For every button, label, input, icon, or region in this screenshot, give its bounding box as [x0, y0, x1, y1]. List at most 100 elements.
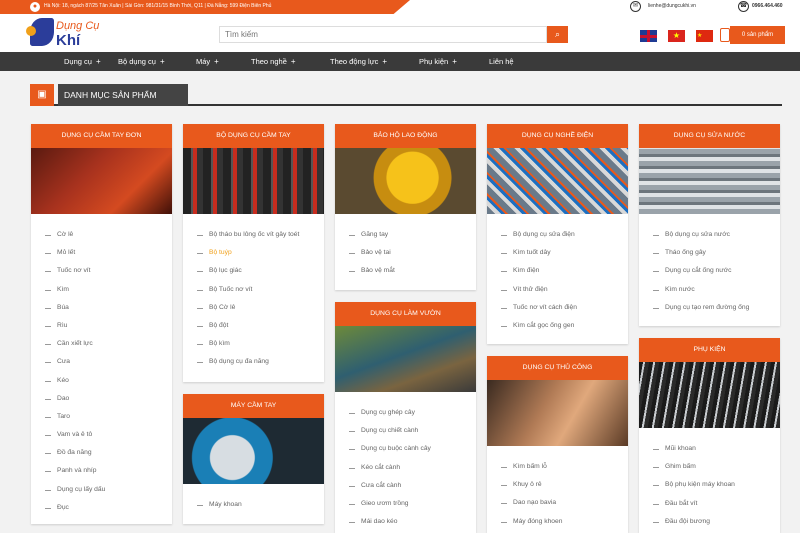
- category-link[interactable]: Dao nạo bavia: [501, 494, 628, 512]
- category-link[interactable]: Kìm điện: [501, 262, 628, 280]
- category-link[interactable]: Đục: [45, 499, 172, 517]
- category-link[interactable]: Mũi khoan: [653, 440, 780, 458]
- category-link[interactable]: Bộ dụng cụ đa năng: [197, 353, 324, 371]
- category-link[interactable]: Mỏ lết: [45, 244, 172, 262]
- category-link[interactable]: Cờ lê: [45, 226, 172, 244]
- category-link-list: Găng tay Bảo vệ tai Bảo vệ mắt: [335, 214, 476, 281]
- category-title[interactable]: DỤNG CỤ SỬA NƯỚC: [639, 124, 780, 148]
- search-icon: ⌕: [554, 29, 561, 39]
- category-link[interactable]: Máy đóng khoen: [501, 513, 628, 531]
- cart-icon[interactable]: [720, 28, 730, 42]
- category-link[interactable]: Cưa: [45, 353, 172, 371]
- category-link[interactable]: Bộ phụ kiện máy khoan: [653, 476, 780, 494]
- category-title[interactable]: DỤNG CỤ NGHỀ ĐIỆN: [487, 124, 628, 148]
- category-link[interactable]: Cưa cắt cành: [349, 477, 476, 495]
- category-link[interactable]: Tháo ống gây: [653, 244, 780, 262]
- category-link[interactable]: Bộ tháo bu lông ốc vít gây toét: [197, 226, 324, 244]
- category-title[interactable]: DỤNG CỤ THỦ CÔNG: [487, 356, 628, 380]
- category-link[interactable]: Dao: [45, 390, 172, 408]
- category-link-list: Mũi khoan Ghim bấm Bộ phụ kiện máy khoan Đầ…: [639, 428, 780, 531]
- nav-item-5[interactable]: Phụ kiện +: [419, 52, 457, 71]
- category-link[interactable]: Vít thử điện: [501, 281, 628, 299]
- nav-item-6[interactable]: Liên hệ: [489, 52, 514, 71]
- hotline-phone[interactable]: 0966.464.460: [752, 3, 783, 9]
- category-link[interactable]: Bộ dụng cụ sửa điện: [501, 226, 628, 244]
- nav-item-0[interactable]: Dụng cụ +: [64, 52, 101, 71]
- category-link[interactable]: Bộ lục giác: [197, 262, 324, 280]
- category-link[interactable]: Kìm: [45, 281, 172, 299]
- category-link[interactable]: Bảo vệ mắt: [349, 262, 476, 280]
- search-button[interactable]: ⌕: [547, 26, 568, 43]
- category-link[interactable]: Tuốc nơ vít: [45, 262, 172, 280]
- category-link[interactable]: Kìm cắt gọc ống gen: [501, 317, 628, 335]
- category-link[interactable]: Rìu: [45, 317, 172, 335]
- category-link[interactable]: Kìm tuốt dây: [501, 244, 628, 262]
- category-link[interactable]: Taro: [45, 408, 172, 426]
- nav-item-1[interactable]: Bộ dụng cụ +: [118, 52, 165, 71]
- category-link[interactable]: Bộ tuýp: [197, 244, 324, 262]
- category-link[interactable]: Bộ dụng cụ sửa nước: [653, 226, 780, 244]
- category-link[interactable]: Dụng cụ ghép cây: [349, 404, 476, 422]
- category-image[interactable]: [183, 148, 324, 214]
- category-link[interactable]: Bộ Cờ lê: [197, 299, 324, 317]
- category-link[interactable]: Kìm nước: [653, 281, 780, 299]
- category-link[interactable]: Bảo vệ tai: [349, 244, 476, 262]
- category-link[interactable]: Găng tay: [349, 226, 476, 244]
- category-link[interactable]: Kìm bấm lỗ: [501, 458, 628, 476]
- category-link[interactable]: Bộ đột: [197, 317, 324, 335]
- category-card-0: DỤNG CỤ CẦM TAY ĐƠN Cờ lê Mỏ lết Tuốc nơ ví…: [31, 124, 172, 524]
- category-link[interactable]: Mái dao kéo: [349, 513, 476, 531]
- nav-item-label: Bộ dụng cụ: [118, 57, 156, 66]
- category-link[interactable]: Dụng cụ chiết cành: [349, 422, 476, 440]
- category-link[interactable]: Tuốc nơ vít cách điện: [501, 299, 628, 317]
- category-title[interactable]: DỤNG CỤ LÀM VƯỜN: [335, 302, 476, 326]
- category-link[interactable]: Bộ Tuốc nơ vít: [197, 281, 324, 299]
- category-title[interactable]: PHỤ KIỆN: [639, 338, 780, 362]
- category-card-1: BỘ DỤNG CỤ CẦM TAY Bộ tháo bu lông ốc vít…: [183, 124, 324, 382]
- category-link[interactable]: Đầu bắt vít: [653, 495, 780, 513]
- cart-button[interactable]: 0 sản phẩm: [730, 26, 785, 44]
- category-link-list: Bộ dụng cụ sửa điện Kìm tuốt dây Kìm điện V…: [487, 214, 628, 335]
- language-chinese-flag[interactable]: ★: [696, 30, 713, 42]
- category-image[interactable]: [487, 148, 628, 214]
- nav-item-label: Theo động lực: [330, 57, 379, 66]
- expand-plus-icon: +: [159, 57, 165, 66]
- category-link[interactable]: Dụng cụ lấy dấu: [45, 481, 172, 499]
- category-link[interactable]: Gieo ươm trồng: [349, 495, 476, 513]
- category-title[interactable]: DỤNG CỤ CẦM TAY ĐƠN: [31, 124, 172, 148]
- category-image[interactable]: [335, 326, 476, 392]
- category-image[interactable]: [31, 148, 172, 214]
- expand-plus-icon: +: [95, 57, 101, 66]
- language-english-flag[interactable]: [640, 30, 657, 42]
- category-link[interactable]: Ghim bấm: [653, 458, 780, 476]
- language-vietnamese-flag[interactable]: ★: [668, 30, 685, 42]
- nav-item-2[interactable]: Máy +: [196, 52, 219, 71]
- category-image[interactable]: [183, 418, 324, 484]
- category-title[interactable]: MÁY CẦM TAY: [183, 394, 324, 418]
- category-image[interactable]: [639, 148, 780, 214]
- category-link[interactable]: Đầu đội bương: [653, 513, 780, 531]
- category-image[interactable]: [639, 362, 780, 428]
- category-link[interactable]: Dụng cụ buộc cành cây: [349, 440, 476, 458]
- category-link[interactable]: Vam và ê tô: [45, 426, 172, 444]
- category-image[interactable]: [487, 380, 628, 446]
- category-link[interactable]: Bộ kìm: [197, 335, 324, 353]
- category-link[interactable]: Panh và nhíp: [45, 462, 172, 480]
- category-link[interactable]: Kéo: [45, 372, 172, 390]
- category-image[interactable]: [335, 148, 476, 214]
- search-input[interactable]: [219, 26, 547, 43]
- category-link[interactable]: Kéo cắt cành: [349, 459, 476, 477]
- category-title[interactable]: BỘ DỤNG CỤ CẦM TAY: [183, 124, 324, 148]
- category-link[interactable]: Búa: [45, 299, 172, 317]
- nav-item-4[interactable]: Theo động lực +: [330, 52, 387, 71]
- category-link[interactable]: Cần xiết lực: [45, 335, 172, 353]
- category-title[interactable]: BẢO HỘ LAO ĐỘNG: [335, 124, 476, 148]
- category-link[interactable]: Khuy ô rê: [501, 476, 628, 494]
- category-link[interactable]: Dụng cụ tạo rem đường ống: [653, 299, 780, 317]
- contact-email[interactable]: lienhe@dungcukhi.vn: [648, 3, 696, 9]
- category-link[interactable]: Dụng cụ cắt ống nước: [653, 262, 780, 280]
- site-logo[interactable]: Dụng Cụ Khí: [26, 18, 126, 49]
- nav-item-3[interactable]: Theo nghề +: [251, 52, 296, 71]
- category-link[interactable]: Máy khoan: [197, 496, 324, 514]
- category-link[interactable]: Đồ đa năng: [45, 444, 172, 462]
